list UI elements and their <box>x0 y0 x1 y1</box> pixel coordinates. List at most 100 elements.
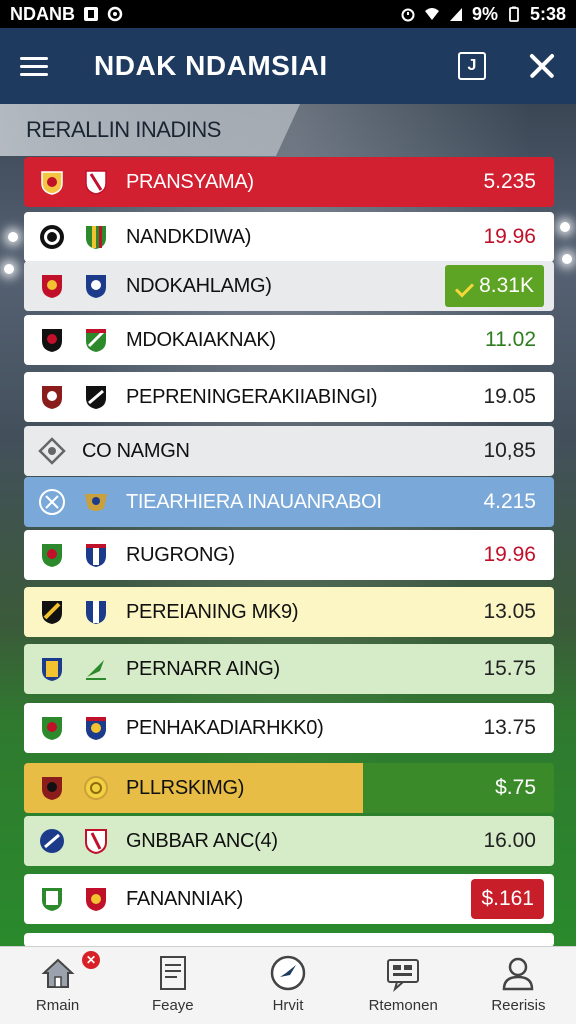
team-name: MDOKAIAKNAK) <box>126 328 276 351</box>
team-name: PEPRENINGERAKIIABINGI) <box>126 385 378 408</box>
sync-icon <box>107 6 123 22</box>
team-crest-icon <box>85 494 107 511</box>
chat-icon <box>387 959 420 992</box>
list-item[interactable]: TIEARHIERA INAUANRABOI 4.215 <box>24 477 554 527</box>
team-crest-icon <box>38 437 66 465</box>
team-crest-icon <box>42 601 62 624</box>
list-item[interactable]: NDOKAHLAMG) 8.31K <box>24 261 554 311</box>
clock: 5:38 <box>529 3 566 24</box>
list-item[interactable]: MDOKAIAKNAK) 11.02 <box>24 315 554 365</box>
nav-label: Feaye <box>151 997 194 1014</box>
team-value: 10,85 <box>483 439 536 462</box>
nav-label: Hrvit <box>272 997 304 1014</box>
team-crest-icon <box>40 225 64 249</box>
list-item[interactable]: NANDKDIWA) 19.96 <box>24 212 554 262</box>
list-item[interactable]: PLLRSKIMG) $.75 <box>24 763 554 813</box>
team-value: 13.75 <box>483 716 536 739</box>
close-icon[interactable] <box>526 51 556 81</box>
team-value: $.75 <box>495 776 536 799</box>
list-item[interactable]: CO NAMGN 10,85 <box>24 426 554 476</box>
team-value: 11.02 <box>485 328 536 351</box>
nav-item-feature[interactable]: Feaye <box>115 947 230 1024</box>
list-item[interactable]: PERNARR AING) 15.75 <box>24 644 554 694</box>
nav-item-reerisis[interactable]: Reerisis <box>461 947 576 1024</box>
carrier-label: NDANB <box>10 3 75 24</box>
team-value: 19.96 <box>483 543 536 566</box>
team-crest-icon <box>42 658 62 681</box>
team-name: CO NAMGN <box>82 439 190 462</box>
list-item[interactable]: RUGRONG) 19.96 <box>24 530 554 580</box>
team-name: RUGRONG) <box>126 543 235 566</box>
team-name: PEREIANING MK9) <box>126 600 299 623</box>
team-name: NANDKDIWA) <box>126 225 252 248</box>
team-name: NDOKAHLAMG) <box>126 274 272 297</box>
team-crest-icon <box>86 717 106 740</box>
highlight-badge: 8.31K <box>445 265 544 307</box>
team-value: 19.96 <box>483 225 536 248</box>
team-name: FANANNIAK) <box>126 887 244 910</box>
team-name: PLLRSKIMG) <box>126 776 245 799</box>
list-item[interactable]: PENHAKADIARHKK0) 13.75 <box>24 703 554 753</box>
team-value: $.161 <box>481 887 534 910</box>
team-crest-icon <box>42 544 62 567</box>
team-crest-icon <box>42 275 62 298</box>
signal-icon <box>449 8 462 21</box>
team-value: 8.31K <box>479 274 534 297</box>
team-name: PENHAKADIARHKK0) <box>126 716 324 739</box>
status-bar: NDANB 9% 5:38 <box>0 0 576 28</box>
team-crest-icon <box>41 171 63 195</box>
battery-icon <box>509 6 519 22</box>
battery-level: 9% <box>471 3 498 24</box>
app-bar: NDAK NDAMSIAI J <box>0 28 576 104</box>
section-title: RERALLIN INADINS <box>26 117 221 142</box>
team-crest-icon <box>86 544 106 567</box>
team-crest-icon <box>42 888 62 911</box>
nav-label: Reerisis <box>491 997 546 1014</box>
nav-item-main[interactable]: ✕ Rmain <box>0 947 115 1024</box>
team-name: GNBBAR ANC(4) <box>126 829 278 852</box>
team-value: 16.00 <box>483 829 536 852</box>
team-crest-icon <box>42 386 62 409</box>
wifi-icon <box>424 8 439 20</box>
team-crest-icon <box>40 829 64 853</box>
home-icon <box>41 958 75 988</box>
nav-item-hrvit[interactable]: Hrvit <box>230 947 345 1024</box>
app-notification-icon <box>84 7 98 21</box>
team-value: 13.05 <box>483 600 536 623</box>
team-crest-icon <box>86 888 106 911</box>
page-title: NDAK NDAMSIAI <box>94 50 328 81</box>
notification-badge-icon: ✕ <box>82 951 100 969</box>
menu-icon[interactable] <box>20 55 50 77</box>
nav-label: Rmain <box>35 997 80 1014</box>
list-item[interactable]: PRANSYAMA) 5.235 <box>24 157 554 207</box>
team-value: 15.75 <box>483 657 536 680</box>
team-value: 19.05 <box>483 385 536 408</box>
team-crest-icon <box>86 275 106 298</box>
team-value: 5.235 <box>483 170 536 193</box>
team-crest-icon <box>42 717 62 740</box>
list-item[interactable]: GNBBAR ANC(4) 16.00 <box>24 816 554 866</box>
calendar-button[interactable]: J <box>458 52 486 80</box>
team-crest-icon <box>84 776 108 800</box>
team-name: TIEARHIERA INAUANRABOI <box>126 490 382 513</box>
document-icon <box>159 956 186 990</box>
profile-icon <box>503 957 534 991</box>
team-crest-icon <box>86 329 106 352</box>
team-crest-icon <box>85 170 107 195</box>
team-crest-icon <box>86 386 106 409</box>
list-item[interactable]: PEREIANING MK9) 13.05 <box>24 587 554 637</box>
team-crest-icon <box>85 829 107 855</box>
list-item[interactable]: PEPRENINGERAKIIABINGI) 19.05 <box>24 372 554 422</box>
list-item[interactable]: FANANNIAK) $.161 <box>24 874 554 924</box>
alarm-icon <box>401 8 415 22</box>
calendar-button-label: J <box>467 57 477 74</box>
team-value: 4.215 <box>483 490 536 513</box>
team-crest-icon <box>42 329 62 352</box>
team-crest-icon <box>86 601 106 624</box>
nav-label: Rtemonen <box>368 997 438 1014</box>
team-crest-icon <box>86 660 106 680</box>
check-icon <box>455 280 473 292</box>
section-header: RERALLIN INADINS <box>0 104 576 156</box>
team-crest-icon <box>86 226 106 249</box>
nav-item-rtemonen[interactable]: Rtemonen <box>346 947 461 1024</box>
